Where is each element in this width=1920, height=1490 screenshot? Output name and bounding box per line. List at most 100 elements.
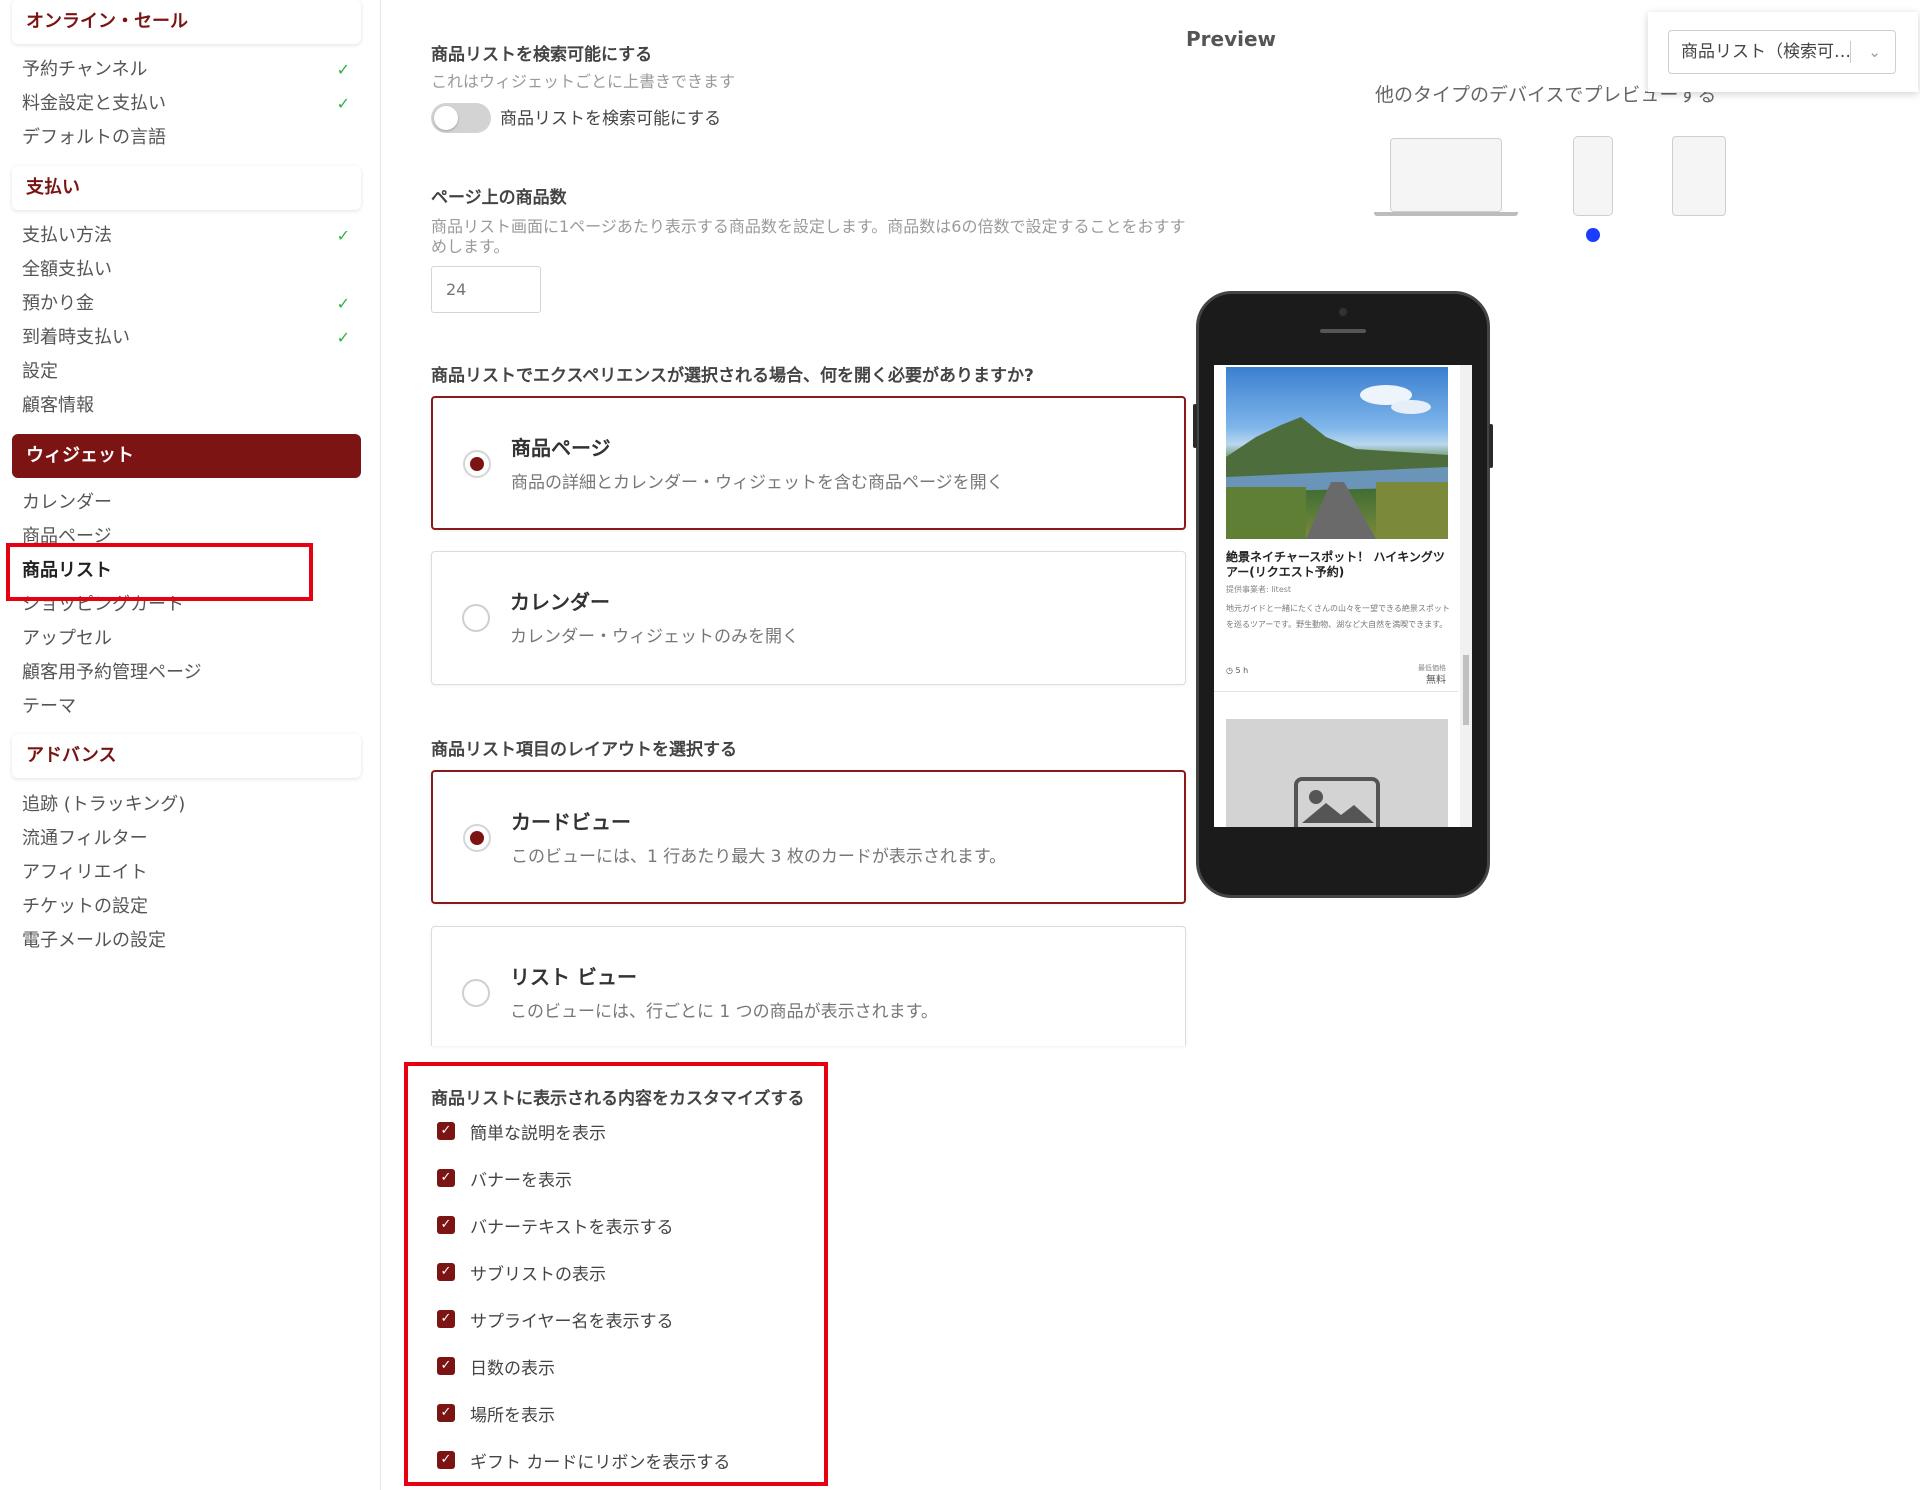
- check-icon: ✓: [336, 226, 350, 245]
- phone-screen: 絶景ネイチャースポット！ ハイキングツアー(リクエスト予約) 提供事業者: li…: [1214, 365, 1472, 827]
- sidebar: オンライン・セール 予約チャンネル ✓ 料金設定と支払い ✓ デフォルトの言語 …: [0, 0, 381, 1490]
- option-product-page[interactable]: 商品ページ 商品の詳細とカレンダー・ウィジェットを含む商品ページを開く: [431, 396, 1186, 530]
- checkbox-label: 簡単な説明を表示: [470, 1124, 606, 1144]
- checkbox-banner-text[interactable]: ✓: [437, 1216, 455, 1234]
- product-card-price: 無料: [1426, 675, 1446, 686]
- card-divider: [1214, 691, 1458, 692]
- product-card-description: 地元ガイドと一緒にたくさんの山々を一望できる絶景スポットを巡るツアーです。野生動…: [1226, 604, 1450, 629]
- product-card-image[interactable]: [1226, 367, 1448, 539]
- open-target-heading: 商品リストでエクスペリエンスが選択される場合、何を開く必要がありますか?: [431, 366, 1034, 386]
- phone-camera: [1339, 308, 1347, 316]
- chevron-down-icon: ⌄: [1868, 43, 1881, 61]
- checkbox-short-description[interactable]: ✓: [437, 1122, 455, 1140]
- section-online-sales[interactable]: オンライン・セール: [12, 0, 361, 44]
- checkbox-label: サプライヤー名を表示する: [470, 1312, 674, 1332]
- sidebar-item-label: 予約チャンネル: [22, 59, 148, 80]
- sidebar-item-label: 流通フィルター: [22, 828, 148, 849]
- sidebar-item-label: 料金設定と支払い: [22, 93, 166, 114]
- product-card-supplier: 提供事業者: litest: [1226, 585, 1292, 594]
- sidebar-item-label: 顧客用予約管理ページ: [22, 662, 202, 683]
- option-title: 商品ページ: [511, 436, 611, 460]
- product-card-duration: ◷ 5 h: [1226, 666, 1248, 675]
- highlight-box-product-list: [6, 543, 313, 601]
- sidebar-item-upsell[interactable]: アップセル: [22, 624, 362, 654]
- scrollbar-thumb[interactable]: [1463, 655, 1469, 725]
- radio-list-view[interactable]: [462, 979, 490, 1007]
- sidebar-item-label: 設定: [22, 361, 58, 382]
- radio-product-page[interactable]: [463, 450, 491, 478]
- sidebar-item-label: 電子メールの設定: [22, 930, 166, 951]
- sidebar-item-theme[interactable]: テーマ: [22, 692, 362, 722]
- sidebar-item-ticket-settings[interactable]: チケットの設定: [22, 892, 362, 922]
- checkbox-location[interactable]: ✓: [437, 1404, 455, 1422]
- searchable-toggle-label: 商品リストを検索可能にする: [500, 109, 722, 129]
- radio-calendar[interactable]: [462, 604, 490, 632]
- layout-heading: 商品リスト項目のレイアウトを選択する: [431, 740, 737, 760]
- device-tablet-icon[interactable]: [1672, 136, 1726, 216]
- sidebar-item-email-settings[interactable]: 電子メールの設定: [22, 926, 362, 956]
- check-icon: ✓: [336, 94, 350, 113]
- sidebar-item-settings[interactable]: 設定: [22, 357, 362, 387]
- preview-scrollbar[interactable]: [1460, 365, 1472, 827]
- checkbox-days[interactable]: ✓: [437, 1357, 455, 1375]
- searchable-toggle[interactable]: [431, 103, 491, 133]
- sidebar-item-affiliate[interactable]: アフィリエイト: [22, 858, 362, 888]
- device-phone-icon[interactable]: [1573, 136, 1613, 216]
- sidebar-item-label: カレンダー: [22, 492, 112, 513]
- option-description: このビューには、行ごとに 1 つの商品が表示されます。: [510, 1002, 938, 1022]
- sidebar-item-payment-methods[interactable]: 支払い方法 ✓: [22, 221, 362, 251]
- sidebar-item-fee-settings[interactable]: 料金設定と支払い ✓: [22, 89, 362, 119]
- image-placeholder[interactable]: [1226, 719, 1448, 827]
- per-page-input[interactable]: 24: [431, 266, 541, 313]
- option-title: リスト ビュー: [510, 965, 637, 989]
- widget-select[interactable]: 商品リスト（検索可… ⌄: [1668, 30, 1896, 74]
- sidebar-item-label: アフィリエイト: [22, 862, 148, 883]
- sidebar-item-flow-filter[interactable]: 流通フィルター: [22, 824, 362, 854]
- option-description: このビューには、1 行あたり最大 3 枚のカードが表示されます。: [511, 847, 1007, 867]
- option-title: カレンダー: [510, 590, 610, 614]
- option-card-view[interactable]: カードビュー このビューには、1 行あたり最大 3 枚のカードが表示されます。: [431, 770, 1186, 904]
- check-icon: ✓: [336, 328, 350, 347]
- radio-card-view[interactable]: [463, 824, 491, 852]
- phone-volume-button: [1193, 404, 1197, 448]
- searchable-heading: 商品リストを検索可能にする: [431, 45, 653, 65]
- highlight-box-customize: [404, 1062, 828, 1486]
- section-advanced[interactable]: アドバンス: [12, 734, 361, 778]
- checkbox-sublist[interactable]: ✓: [437, 1263, 455, 1281]
- landscape-image: [1226, 385, 1448, 539]
- duration-value: 5 h: [1235, 666, 1249, 675]
- sidebar-item-customer-info[interactable]: 顧客情報: [22, 391, 362, 421]
- section-payments[interactable]: 支払い: [12, 166, 361, 210]
- checkbox-label: バナーテキストを表示する: [470, 1218, 674, 1238]
- image-placeholder-icon: [1294, 777, 1380, 827]
- checkbox-label: サブリストの表示: [470, 1265, 606, 1285]
- sidebar-item-label: デフォルトの言語: [22, 127, 166, 148]
- checkbox-label: 日数の表示: [470, 1359, 555, 1379]
- sidebar-item-tracking[interactable]: 追跡 (トラッキング): [22, 790, 362, 820]
- check-icon: ✓: [336, 294, 350, 313]
- option-list-view[interactable]: リスト ビュー このビューには、行ごとに 1 つの商品が表示されます。: [431, 926, 1186, 1046]
- sidebar-item-default-language[interactable]: デフォルトの言語: [22, 123, 362, 153]
- sidebar-item-label: 支払い方法: [22, 225, 112, 246]
- checkbox-label: 場所を表示: [470, 1406, 555, 1426]
- checkbox-gift-ribbon[interactable]: ✓: [437, 1451, 455, 1469]
- checkbox-banner[interactable]: ✓: [437, 1169, 455, 1187]
- sidebar-item-label: 顧客情報: [22, 395, 94, 416]
- check-icon: ✓: [336, 60, 350, 79]
- phone-preview: 絶景ネイチャースポット！ ハイキングツアー(リクエスト予約) 提供事業者: li…: [1193, 291, 1493, 898]
- sidebar-item-label: 全額支払い: [22, 259, 112, 280]
- sidebar-item-full-payment[interactable]: 全額支払い: [22, 255, 362, 285]
- option-calendar[interactable]: カレンダー カレンダー・ウィジェットのみを開く: [431, 551, 1186, 685]
- per-page-hint-line2: めします。: [431, 237, 510, 256]
- searchable-hint: これはウィジェットごとに上書きできます: [431, 72, 736, 91]
- product-card-title[interactable]: 絶景ネイチャースポット！ ハイキングツアー(リクエスト予約): [1226, 550, 1452, 580]
- sidebar-item-calendar[interactable]: カレンダー: [22, 488, 362, 518]
- selected-device-indicator: [1586, 228, 1600, 242]
- sidebar-item-customer-booking-page[interactable]: 顧客用予約管理ページ: [22, 658, 362, 688]
- checkbox-supplier[interactable]: ✓: [437, 1310, 455, 1328]
- sidebar-item-label: 到着時支払い: [22, 327, 130, 348]
- sidebar-item-pay-on-arrival[interactable]: 到着時支払い ✓: [22, 323, 362, 353]
- sidebar-item-reservation-channel[interactable]: 予約チャンネル ✓: [22, 55, 362, 85]
- sidebar-item-deposit[interactable]: 預かり金 ✓: [22, 289, 362, 319]
- section-widget[interactable]: ウィジェット: [12, 434, 361, 478]
